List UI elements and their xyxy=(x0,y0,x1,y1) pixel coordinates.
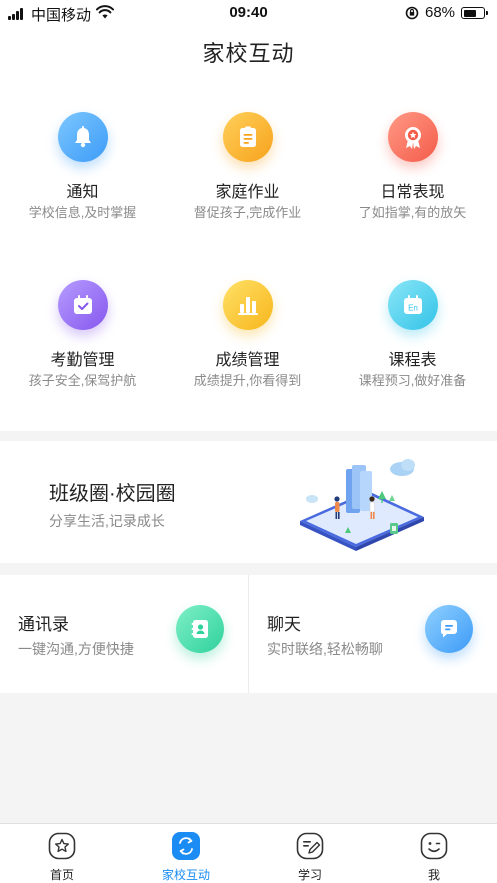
battery-percentage: 68% xyxy=(425,4,456,21)
status-bar: 中国移动 09:40 68% xyxy=(0,0,497,26)
contact-subtitle: 一键沟通,方便快捷 xyxy=(18,641,134,657)
feature-title: 家庭作业 xyxy=(215,184,280,201)
feature-subtitle: 督促孩子,完成作业 xyxy=(193,205,302,220)
feature-title: 课程表 xyxy=(388,352,437,369)
contact-section: 通讯录 一键沟通,方便快捷 聊天 实时联络,轻松畅聊 xyxy=(0,575,497,693)
bar-chart-icon xyxy=(223,280,273,330)
smile-icon xyxy=(420,832,448,860)
feature-subtitle: 了如指掌,有的放矢 xyxy=(358,205,467,220)
rotation-lock-icon xyxy=(405,6,419,20)
status-time: 09:40 xyxy=(229,4,268,21)
feature-title: 考勤管理 xyxy=(50,352,115,369)
feature-title: 通知 xyxy=(66,184,99,201)
tab-study[interactable]: 学习 xyxy=(248,824,372,883)
feature-title: 成绩管理 xyxy=(215,352,280,369)
edit-icon xyxy=(296,832,324,860)
svg-text:En: En xyxy=(408,304,418,313)
tab-label: 学习 xyxy=(297,868,322,882)
bell-icon xyxy=(58,112,108,162)
feature-grades[interactable]: 成绩管理 成绩提升,你看得到 xyxy=(165,244,330,394)
tab-label: 首页 xyxy=(49,868,74,882)
feature-title: 日常表现 xyxy=(380,184,445,201)
class-circle-card[interactable]: 班级圈·校园圈 分享生活,记录成长 xyxy=(0,441,497,563)
calendar-check-icon xyxy=(58,280,108,330)
class-circle-title: 班级圈·校园圈 xyxy=(49,483,176,505)
page-title: 家校互动 xyxy=(202,41,295,66)
tab-home-school[interactable]: 家校互动 xyxy=(124,824,248,883)
homework-icon xyxy=(223,112,273,162)
feature-attendance[interactable]: 考勤管理 孩子安全,保驾护航 xyxy=(0,244,165,394)
phone-community-illustration xyxy=(300,459,424,551)
tab-label: 我 xyxy=(427,868,440,882)
class-circle-subtitle: 分享生活,记录成长 xyxy=(49,513,165,529)
chat-bubble-icon xyxy=(425,605,473,653)
feature-grid: 通知 学校信息,及时掌握 家庭作业 督促孩子,完成作业 日常表现 了如指掌,有的… xyxy=(0,76,497,431)
feature-notice[interactable]: 通知 学校信息,及时掌握 xyxy=(0,76,165,226)
feature-subtitle: 学校信息,及时掌握 xyxy=(28,205,137,220)
feature-homework[interactable]: 家庭作业 督促孩子,完成作业 xyxy=(165,76,330,226)
calendar-en-icon: En xyxy=(388,280,438,330)
feature-subtitle: 课程预习,做好准备 xyxy=(358,373,467,388)
address-book-card[interactable]: 通讯录 一键沟通,方便快捷 xyxy=(0,575,248,693)
contact-subtitle: 实时联络,轻松畅聊 xyxy=(267,641,383,657)
feature-schedule[interactable]: En 课程表 课程预习,做好准备 xyxy=(330,244,495,394)
feature-daily-performance[interactable]: 日常表现 了如指掌,有的放矢 xyxy=(330,76,495,226)
chat-card[interactable]: 聊天 实时联络,轻松畅聊 xyxy=(249,575,497,693)
contact-title: 聊天 xyxy=(267,615,301,634)
interaction-icon xyxy=(172,832,200,860)
battery-icon xyxy=(461,7,488,19)
tab-bar: 首页 家校互动 学习 我 xyxy=(0,823,497,883)
star-icon xyxy=(48,832,76,860)
feature-subtitle: 成绩提升,你看得到 xyxy=(193,373,302,388)
medal-icon xyxy=(388,112,438,162)
tab-me[interactable]: 我 xyxy=(372,824,496,883)
feature-subtitle: 孩子安全,保驾护航 xyxy=(28,373,137,388)
contact-title: 通讯录 xyxy=(18,615,69,634)
nav-bar: 家校互动 xyxy=(0,26,497,76)
tab-home[interactable]: 首页 xyxy=(0,824,124,883)
tab-label: 家校互动 xyxy=(161,868,210,882)
address-book-icon xyxy=(176,605,224,653)
